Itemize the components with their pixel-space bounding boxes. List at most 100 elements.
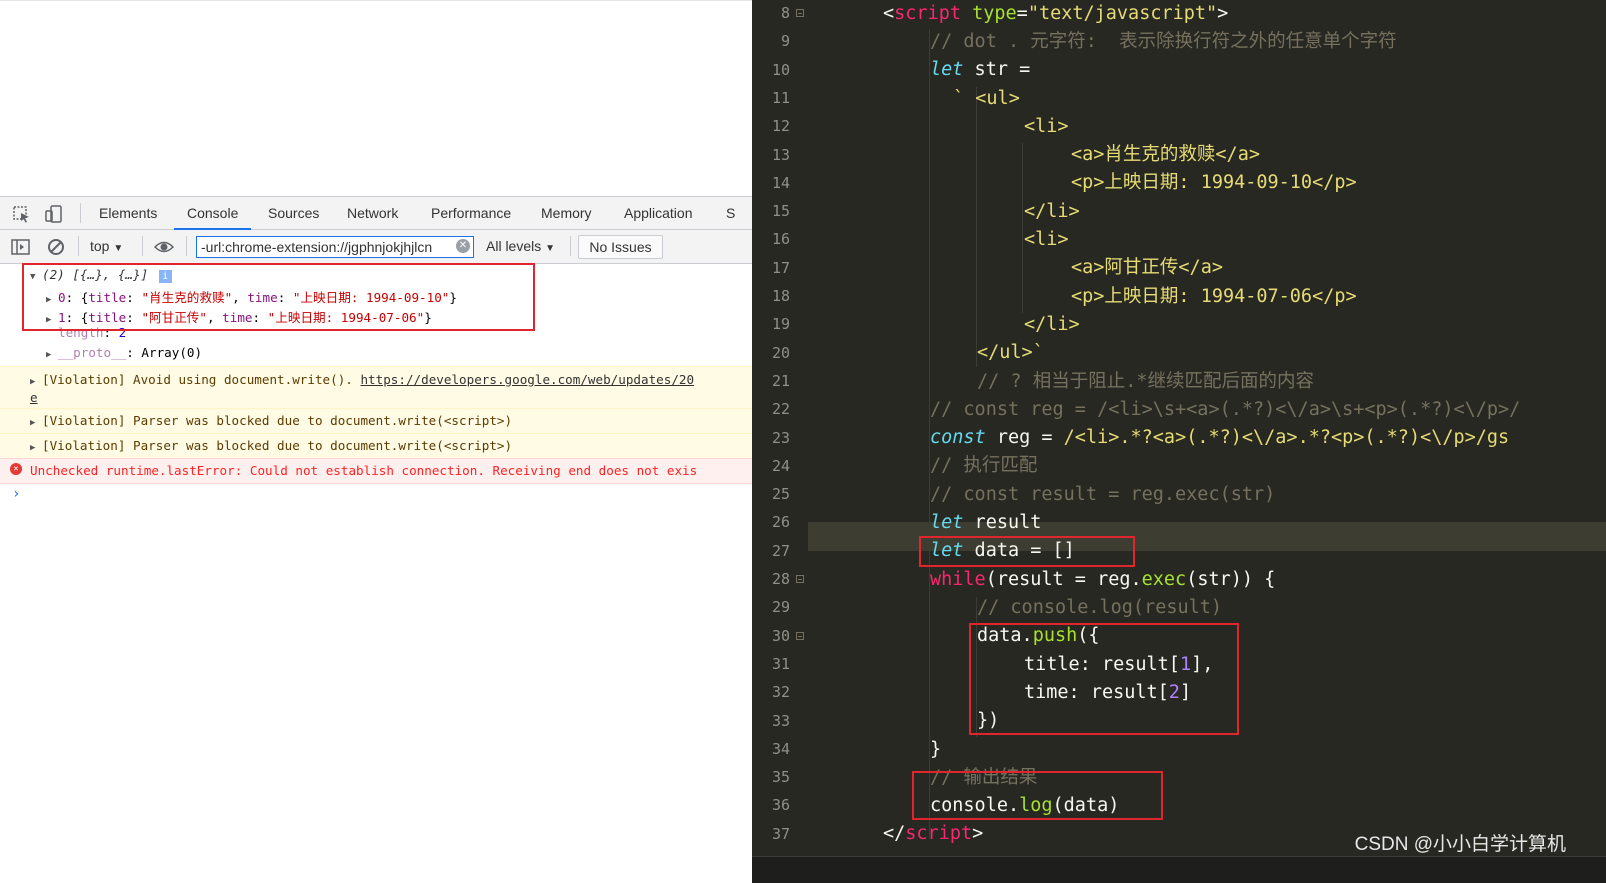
code-line-13: <a>肖生克的救赎</a>	[1071, 144, 1260, 165]
token-tag: script	[905, 823, 973, 844]
line-number: 34	[771, 739, 790, 758]
token: (str)) {	[1186, 569, 1276, 590]
violation-message[interactable]: ▶ [Violation] Parser was blocked due to d…	[0, 408, 752, 435]
token: >	[972, 823, 984, 844]
chevron-down-icon: ▼	[545, 243, 556, 254]
line-number: 15	[771, 202, 790, 221]
line-number: 20	[771, 343, 790, 362]
fold-toggle-icon[interactable]	[796, 9, 804, 17]
code-line-24: // 执行匹配	[930, 455, 1038, 476]
code-area[interactable]: <script type="text/javascript"> // dot .…	[808, 0, 1606, 883]
inspect-element-icon[interactable]	[11, 204, 33, 224]
tab-network[interactable]: Network	[347, 197, 398, 230]
expand-triangle-icon[interactable]: ▶	[46, 350, 58, 360]
console-output: ▼ (2) [{…}, {…}] i ▶ 0: {title: "肖生克的救赎", …	[0, 264, 752, 883]
tab-application[interactable]: Application	[624, 197, 693, 230]
clear-console-icon[interactable]	[45, 237, 67, 257]
violation-message[interactable]: ▶ [Violation] Parser was blocked due to d…	[0, 433, 752, 460]
context-selector[interactable]: top ▼	[90, 230, 123, 263]
chevron-down-icon: ▼	[113, 243, 124, 254]
line-number: 32	[771, 683, 790, 702]
line-number: 13	[771, 145, 790, 164]
code-line-21: // ? 相当于阻止.*继续匹配后面的内容	[977, 371, 1314, 392]
device-toolbar-icon[interactable]	[43, 204, 65, 224]
highlight-box-data-push	[969, 623, 1239, 735]
line-number: 21	[771, 371, 790, 390]
highlight-box-console-output	[22, 263, 535, 331]
tab-console[interactable]: Console	[174, 197, 252, 230]
tab-security[interactable]: S	[726, 197, 735, 230]
line-number: 9	[780, 32, 790, 51]
tab-elements[interactable]: Elements	[99, 197, 157, 230]
line-number: 10	[771, 60, 790, 79]
console-filter-input[interactable]: -url:chrome-extension://jgphnjokjhjlcn	[196, 236, 474, 258]
line-number: 27	[771, 541, 790, 560]
devtools-pane: Elements Console Sources Network Perform…	[0, 0, 752, 883]
token: reg =	[985, 427, 1064, 448]
console-toolbar: top ▼ -url:chrome-extension://jgphnjokjh…	[0, 230, 752, 264]
line-number: 31	[771, 654, 790, 673]
code-line-25: // const result = reg.exec(str)	[930, 484, 1276, 505]
line-number: 26	[771, 513, 790, 532]
page-viewport	[0, 0, 752, 197]
violation-link-wrap[interactable]: e	[30, 390, 38, 405]
error-message[interactable]: ✕ Unchecked runtime.lastError: Could not…	[0, 458, 752, 484]
code-line-12: <li>	[1024, 116, 1069, 137]
token-string: "text/javascript"	[1027, 3, 1218, 24]
expand-triangle-icon[interactable]: ▶	[30, 443, 42, 453]
log-levels-label: All levels	[486, 238, 542, 254]
expand-triangle-icon[interactable]: ▶	[30, 418, 42, 428]
line-number: 35	[771, 768, 790, 787]
code-line-23: const reg = /<li>.*?<a>(.*?)<\/a>.*?<p>(…	[930, 423, 1509, 452]
expand-triangle-icon[interactable]: ▶	[30, 377, 42, 387]
line-number: 17	[771, 258, 790, 277]
toolbar-divider	[186, 236, 187, 256]
line-number: 29	[771, 598, 790, 617]
fold-toggle-icon[interactable]	[796, 575, 804, 583]
token-control: while	[930, 569, 986, 590]
violation-message[interactable]: ▶ [Violation] Avoid using document.write(…	[0, 366, 752, 410]
code-line-37: </script>	[883, 819, 983, 848]
line-number: 37	[771, 824, 790, 843]
line-number: 11	[771, 88, 790, 107]
proto-row[interactable]: ▶ __proto__: Array(0)	[46, 345, 752, 360]
tab-performance[interactable]: Performance	[431, 197, 511, 230]
line-number: 16	[771, 230, 790, 249]
line-number: 23	[771, 428, 790, 447]
token: <	[883, 3, 895, 24]
token: =	[1016, 3, 1028, 24]
proto-key: __proto__	[58, 345, 127, 360]
token-keyword: let	[930, 59, 964, 80]
clear-filter-icon[interactable]: ✕	[456, 239, 470, 253]
violation-text: [Violation] Avoid using document.write()…	[42, 372, 353, 387]
fold-toggle-icon[interactable]	[796, 631, 804, 640]
line-number: 12	[771, 117, 790, 136]
line-number-gutter: 8 9 10 11 12 13 14 15 16 17 18 19 20 21 22 23 24 25 26 27 28…	[752, 0, 808, 883]
token: result	[963, 512, 1042, 533]
console-prompt[interactable]: ›	[12, 486, 752, 502]
tab-memory[interactable]: Memory	[541, 197, 592, 230]
code-line-18: <p>上映日期: 1994-07-06</p>	[1071, 286, 1357, 307]
code-editor: 8 9 10 11 12 13 14 15 16 17 18 19 20 21 22 23 24 25 26 27 28…	[752, 0, 1606, 883]
token-function: exec	[1141, 569, 1187, 590]
sidebar-toggle-icon[interactable]	[10, 237, 32, 257]
code-line-20: </ul>`	[977, 342, 1044, 363]
token-regex: /<li>.*?<a>(.*?)<\/a>.*?<p>(.*?)<\/p>/gs	[1063, 427, 1510, 448]
log-levels-dropdown[interactable]: All levels ▼	[486, 230, 555, 263]
eye-icon[interactable]	[153, 237, 175, 257]
code-line-9: // dot . 元字符: 表示除换行符之外的任意单个字符	[930, 31, 1397, 52]
toolbar-divider	[78, 236, 79, 256]
violation-link[interactable]: https://developers.google.com/web/update…	[360, 372, 694, 387]
issues-button[interactable]: No Issues	[578, 235, 663, 259]
code-line-29: // console.log(result)	[977, 597, 1223, 618]
code-line-34: }	[930, 739, 942, 760]
line-number: 14	[771, 173, 790, 192]
line-number: 30	[771, 626, 790, 645]
token-keyword: const	[930, 427, 986, 448]
token-attr: type	[960, 3, 1017, 24]
line-number: 25	[771, 485, 790, 504]
toolbar-divider	[142, 236, 143, 256]
code-line-8: <script type="text/javascript">	[883, 0, 1228, 28]
code-line-15: </li>	[1024, 201, 1080, 222]
tab-sources[interactable]: Sources	[268, 197, 319, 230]
